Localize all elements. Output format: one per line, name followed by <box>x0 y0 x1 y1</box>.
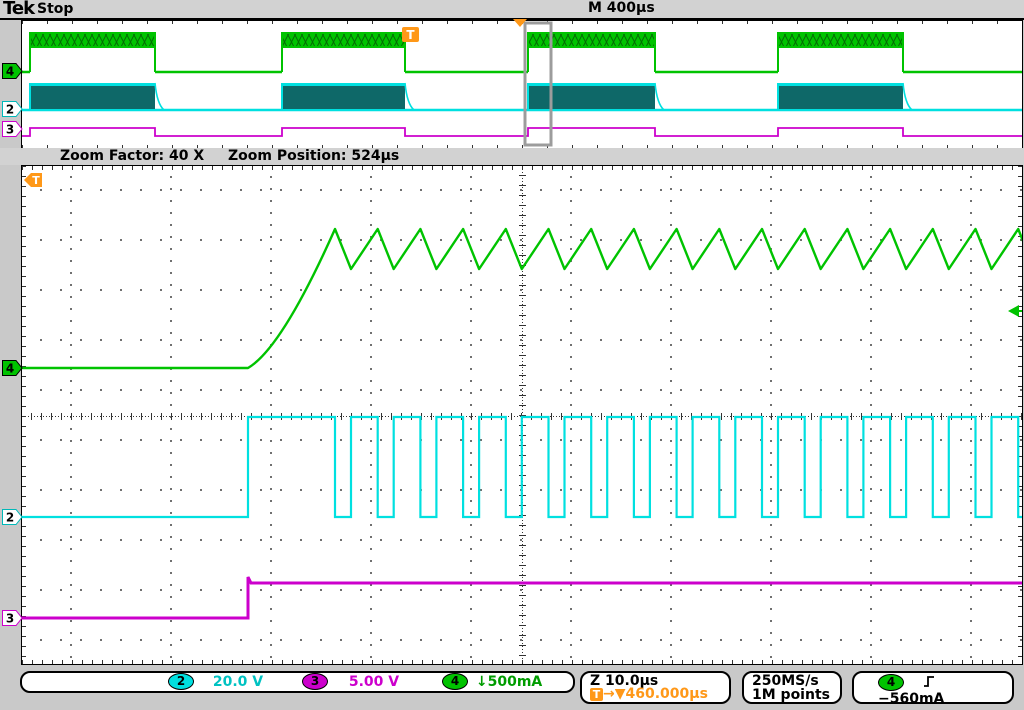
svg-text:2: 2 <box>6 103 14 117</box>
acquisition-status: Stop <box>37 1 73 17</box>
overview-ch4-marker[interactable]: 4 <box>2 63 23 79</box>
trigger-source-badge: 4 <box>878 674 904 691</box>
rising-slope-icon <box>923 674 935 689</box>
status-bar: 2 20.0 V 3 5.00 V 4 ↓500mA Z 10.0µs T→▼4… <box>0 666 1024 710</box>
zoom-ch2-marker[interactable]: 2 <box>2 509 23 525</box>
main-timebase-readout: M 400µs <box>588 0 655 16</box>
ch4-badge: 4 <box>442 673 468 690</box>
header-bar: Tek Stop M 400µs <box>0 0 1024 18</box>
svg-text:4: 4 <box>6 65 14 79</box>
overview-plot: T <box>21 20 1023 149</box>
tek-logo: Tek <box>3 0 34 19</box>
zoom-ch3-marker[interactable]: 3 <box>2 610 23 626</box>
delay-readout: T→▼460.000µs <box>590 688 729 701</box>
oscilloscope-screen: Tek Stop M 400µs T 4 2 3 Zoom Factor: 40… <box>0 0 1024 710</box>
trigger-t-icon: T <box>590 688 603 701</box>
delay-value: 460.000µs <box>626 686 708 702</box>
ch3-scale-readout: 3 5.00 V <box>302 673 399 690</box>
zoom-plot: T <box>21 165 1023 665</box>
zoom-position-readout: Zoom Position: 524µs <box>228 148 399 164</box>
svg-text:3: 3 <box>6 123 14 137</box>
triangle-glyph: ▼ <box>615 686 626 702</box>
ch2-scale-readout: 2 20.0 V <box>168 673 263 690</box>
ch4-scale-readout: 4 ↓500mA <box>442 673 542 690</box>
trigger-box: 4 −560mA <box>852 671 1014 704</box>
zoom-factor-readout: Zoom Factor: 40 X <box>60 148 204 164</box>
svg-text:T: T <box>32 174 40 187</box>
trigger-level-readout: −560mA <box>878 691 944 707</box>
zoom-info-bar: Zoom Factor: 40 X Zoom Position: 524µs <box>0 148 1024 165</box>
arrow-glyph: → <box>603 686 615 702</box>
ch2-scale-value: 20.0 V <box>213 674 263 690</box>
svg-text:4: 4 <box>6 362 14 376</box>
channel-scale-readouts: 2 20.0 V 3 5.00 V 4 ↓500mA <box>20 671 575 693</box>
zoom-waveforms: T <box>22 166 1022 664</box>
overview-ch3-marker[interactable]: 3 <box>2 121 23 137</box>
record-length-readout: 1M points <box>752 688 840 702</box>
ch3-badge: 3 <box>302 673 328 690</box>
sample-rate-readout: 250MS/s <box>752 674 840 688</box>
svg-text:T: T <box>406 28 415 42</box>
ch3-scale-value: 5.00 V <box>349 674 399 690</box>
ch2-badge: 2 <box>168 673 194 690</box>
zoom-timebase-box: Z 10.0µs T→▼460.000µs <box>580 671 731 704</box>
ch4-scale-value: ↓500mA <box>476 674 542 690</box>
svg-text:2: 2 <box>6 511 14 525</box>
svg-text:3: 3 <box>6 612 14 626</box>
acquisition-box: 250MS/s 1M points <box>742 671 842 704</box>
zoom-ch4-marker[interactable]: 4 <box>2 360 23 376</box>
overview-ch2-marker[interactable]: 2 <box>2 101 23 117</box>
overview-waveforms: T <box>22 21 1022 148</box>
trigger-position-triangle-icon[interactable] <box>513 19 527 27</box>
